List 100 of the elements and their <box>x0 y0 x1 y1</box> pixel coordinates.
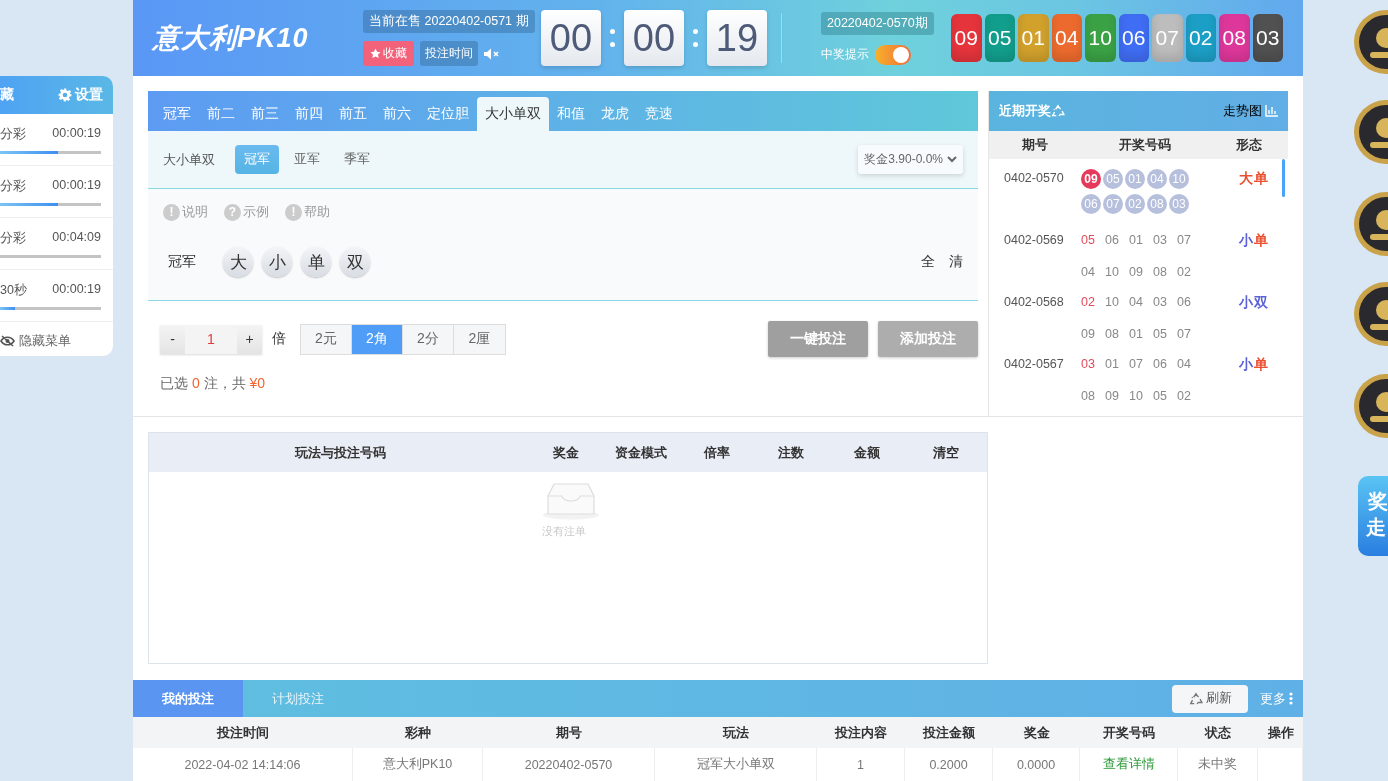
column-header: 期号 <box>989 131 1081 159</box>
draw-number: 07 <box>1177 232 1192 249</box>
play-tab[interactable]: 定位胆 <box>419 97 477 131</box>
unit-option[interactable]: 2元 <box>301 324 352 354</box>
draw-number: 09 <box>1105 388 1120 405</box>
trend-chart-link[interactable]: 走势图 <box>1223 102 1278 120</box>
help-link[interactable]: ! 帮助 <box>285 203 330 221</box>
bar-chart-icon <box>1265 105 1278 117</box>
draw-ball: 06 <box>1081 194 1101 214</box>
lottery-name[interactable]: 分彩 <box>0 230 26 247</box>
promo-card[interactable]: 奖 走 <box>1358 476 1388 556</box>
multiplier-field[interactable]: 1 <box>185 324 237 354</box>
favorite-button[interactable]: 收藏 <box>363 41 414 66</box>
sub-tab-label: 大小单双 <box>163 150 215 169</box>
settings-button[interactable]: 设置 <box>58 86 103 104</box>
pattern-text: 单 <box>1254 170 1268 188</box>
recycle-icon <box>1051 104 1065 118</box>
hide-menu-button[interactable]: 隐藏菜单 <box>0 322 71 350</box>
position-label: 冠军 <box>167 253 197 271</box>
play-tab[interactable]: 前五 <box>331 97 375 131</box>
orders-tab[interactable]: 我的投注 <box>133 680 243 717</box>
recent-draws-title: 近期开奖 <box>999 102 1051 120</box>
pattern-text: 大 <box>1239 170 1253 188</box>
draw-number: 04 <box>1177 356 1192 373</box>
result-number: 01 <box>1018 14 1049 62</box>
play-tab[interactable]: 和值 <box>549 97 593 131</box>
promo-text: 奖 <box>1367 489 1388 514</box>
column-header: 投注内容 <box>833 723 888 742</box>
draw-number: 06 <box>1105 232 1120 249</box>
draw-number: 03 <box>1153 294 1168 311</box>
quick-bet-button[interactable]: 一键投注 <box>768 321 868 357</box>
countdown-digits: 19 <box>707 10 767 66</box>
draw-number: 10 <box>1129 388 1144 405</box>
column-header: 奖金 <box>552 443 580 462</box>
play-tab[interactable]: 冠军 <box>155 97 199 131</box>
info-icon: ! <box>163 203 180 221</box>
scrollbar-thumb[interactable] <box>1282 159 1285 197</box>
play-tab[interactable]: 前四 <box>287 97 331 131</box>
sub-tab[interactable]: 季军 <box>335 145 379 174</box>
draw-number: 04 <box>1129 294 1144 311</box>
countdown-time: 00:00:19 <box>52 282 101 298</box>
draw-number: 08 <box>1081 388 1096 405</box>
settings-icon <box>58 88 72 102</box>
kebab-icon <box>1289 692 1293 705</box>
draw-ball: 05 <box>1103 169 1123 189</box>
bet-option[interactable]: 小 <box>262 247 292 277</box>
draw-number: 05 <box>1081 232 1096 249</box>
clear-button[interactable]: 清 <box>949 253 963 271</box>
more-button[interactable]: 更多 <box>1260 689 1293 708</box>
bet-option[interactable]: 双 <box>340 247 370 277</box>
bet-time-button[interactable]: 投注时间 <box>420 41 478 66</box>
draw-number: 08 <box>1153 264 1168 281</box>
details-link[interactable]: 查看详情 <box>1080 748 1178 781</box>
play-tab[interactable]: 前三 <box>243 97 287 131</box>
lottery-name[interactable]: 分彩 <box>0 178 26 195</box>
play-tab[interactable]: 大小单双 <box>477 97 549 131</box>
bet-option[interactable]: 大 <box>223 247 253 277</box>
countdown-digits: 00 <box>624 10 684 66</box>
draw-number: 03 <box>1081 356 1096 373</box>
draw-number: 07 <box>1177 326 1192 343</box>
win-alert-toggle[interactable] <box>875 44 911 65</box>
play-tab[interactable]: 竞速 <box>637 97 681 131</box>
pattern-text: 小 <box>1239 232 1253 250</box>
plus-button[interactable]: + <box>237 324 262 354</box>
unit-option[interactable]: 2角 <box>352 324 403 354</box>
draw-number: 06 <box>1177 294 1192 311</box>
sub-tab[interactable]: 冠军 <box>235 145 279 174</box>
help-link[interactable]: ! 说明 <box>163 203 208 221</box>
select-all-button[interactable]: 全 <box>921 253 935 271</box>
unit-option[interactable]: 2厘 <box>454 324 505 354</box>
selection-summary: 已选 0 注，共 ¥0 <box>160 375 267 393</box>
result-number: 06 <box>1118 14 1149 62</box>
unit-option[interactable]: 2分 <box>403 324 454 354</box>
play-tab[interactable]: 龙虎 <box>593 97 637 131</box>
orders-tab[interactable]: 计划投注 <box>243 680 353 717</box>
minus-button[interactable]: - <box>160 324 185 354</box>
issue-number: 0402-0569 <box>1003 232 1065 249</box>
refresh-button[interactable]: 刷新 <box>1172 684 1248 713</box>
draw-ball: 02 <box>1125 194 1145 214</box>
result-number: 03 <box>1252 14 1283 62</box>
draw-number: 03 <box>1153 232 1168 249</box>
sub-tab[interactable]: 亚军 <box>285 145 329 174</box>
add-bet-button[interactable]: 添加投注 <box>878 321 978 357</box>
draw-ball: 10 <box>1169 169 1189 189</box>
play-tab[interactable]: 前二 <box>199 97 243 131</box>
lottery-name[interactable]: 30秒 <box>0 282 27 299</box>
bet-option[interactable]: 单 <box>301 247 331 277</box>
column-header: 资金模式 <box>614 443 668 462</box>
issue-number: 0402-0568 <box>1003 294 1065 311</box>
draw-ball: 01 <box>1125 169 1145 189</box>
play-tab[interactable]: 前六 <box>375 97 419 131</box>
column-header: 金额 <box>852 443 881 462</box>
column-header: 倍率 <box>702 443 731 462</box>
inbox-icon <box>542 482 600 520</box>
odds-select[interactable]: 奖金3.90-0.0% <box>858 145 963 174</box>
pattern-text: 单 <box>1254 232 1268 250</box>
info-icon: ! <box>285 203 302 221</box>
draw-number: 08 <box>1105 326 1120 343</box>
lottery-name[interactable]: 分彩 <box>0 126 26 143</box>
help-link[interactable]: ? 示例 <box>224 203 269 221</box>
